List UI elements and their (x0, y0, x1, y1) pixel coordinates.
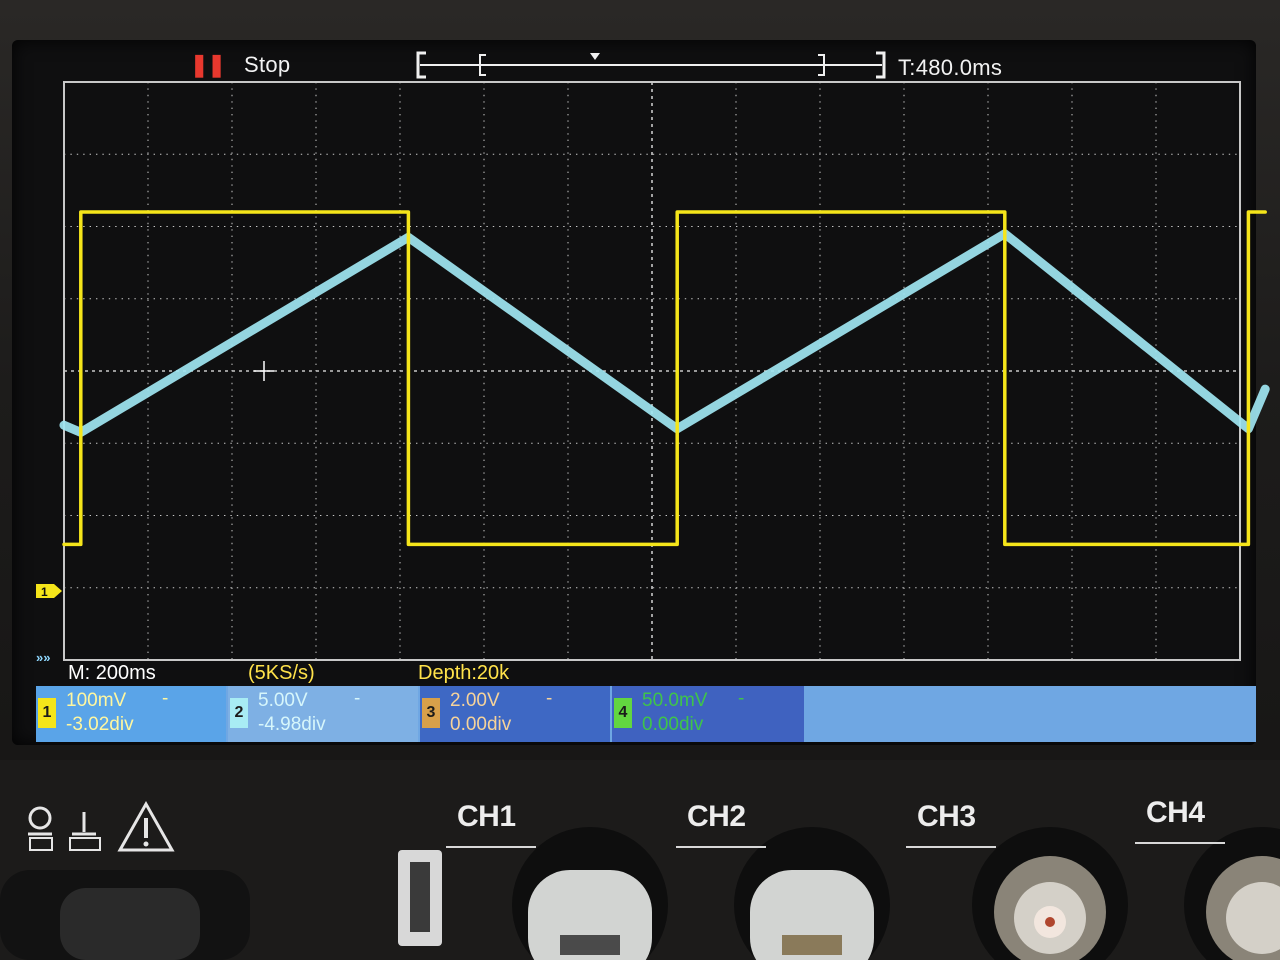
channel-4-offset: 0.00div (642, 714, 704, 735)
channel-4-coupling: - (738, 688, 745, 709)
ch2-label-underline (676, 846, 766, 848)
channel-2-scale: 5.00V (258, 690, 308, 711)
timebase-readout: M: 200ms (68, 662, 156, 684)
status-bar (40, 660, 1256, 686)
channel-3-scale: 2.00V (450, 690, 500, 711)
channel-4-scale: 50.0mV (642, 690, 708, 711)
ch1-trace (62, 210, 1267, 547)
front-panel (0, 760, 1280, 960)
channel-4-number: 4 (614, 698, 632, 728)
ch1-ground-marker[interactable]: 1 (36, 584, 62, 599)
channel-2-number: 2 (230, 698, 248, 728)
channel-1-info[interactable]: 1 100mV - -3.02div (36, 686, 226, 742)
ch1-label-underline (446, 846, 536, 848)
ch4-label: CH4 (1146, 796, 1205, 829)
channel-2-coupling: - (354, 688, 361, 709)
channel-1-coupling: - (162, 688, 169, 709)
channel-1-number: 1 (38, 698, 56, 728)
ch3-label-underline (906, 846, 996, 848)
channel-3-info[interactable]: 3 2.00V - 0.00div (420, 686, 610, 742)
channel-1-scale: 100mV (66, 690, 127, 711)
ch2-trace (59, 229, 1270, 437)
channel-2-info[interactable]: 2 5.00V - -4.98div (228, 686, 418, 742)
memory-depth-readout: Depth:20k (418, 662, 510, 684)
ch1-label: CH1 (457, 800, 516, 833)
channel-2-offset: -4.98div (258, 714, 326, 735)
channel-1-offset: -3.02div (66, 714, 134, 735)
sample-rate-readout: (5KS/s) (248, 662, 315, 684)
graticule (63, 81, 1241, 661)
ch3-label: CH3 (917, 800, 976, 833)
svg-text:1: 1 (41, 585, 48, 599)
power-button[interactable] (60, 888, 200, 960)
channel-3-coupling: - (546, 688, 553, 709)
ch4-label-underline (1135, 842, 1225, 844)
channel-3-number: 3 (422, 698, 440, 728)
ch2-label: CH2 (687, 800, 746, 833)
channel-3-offset: 0.00div (450, 714, 512, 735)
channel-4-info[interactable]: 4 50.0mV - 0.00div (612, 686, 804, 742)
